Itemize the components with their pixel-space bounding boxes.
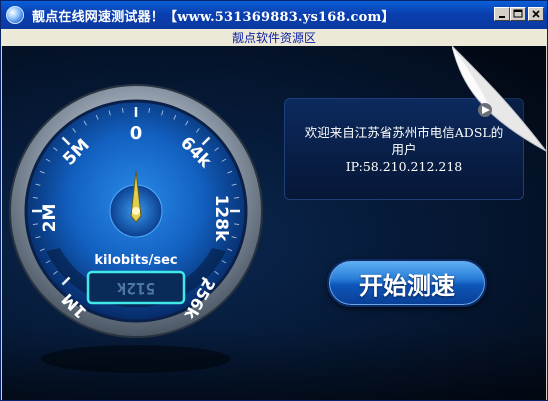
speed-readout: 512k <box>116 279 155 298</box>
needle-pin <box>132 207 140 215</box>
speed-test-panel: 1M 2M 5M 0 64k 128k 256k kilobits/sec 51… <box>2 46 546 400</box>
gauge-tick <box>234 223 240 226</box>
page-curl-corner[interactable] <box>452 46 546 156</box>
minimize-button[interactable] <box>494 7 510 21</box>
minimize-icon <box>499 16 505 18</box>
title-bar[interactable]: 靓点在线网速测试器！【www.531369883.ys168.com】 <box>1 1 547 29</box>
play-icon <box>478 103 492 117</box>
welcome-text-cont: 用户 <box>391 141 417 157</box>
gauge-tick <box>234 196 240 199</box>
tick-label-0: 0 <box>130 123 143 144</box>
speed-gauge: 1M 2M 5M 0 64k 128k 256k kilobits/sec 51… <box>9 84 263 373</box>
app-icon[interactable] <box>6 6 24 24</box>
close-icon <box>532 10 540 18</box>
gauge-shadow <box>41 345 231 373</box>
tick-label-128k: 128k <box>211 195 231 242</box>
gauge-tick <box>121 107 124 113</box>
start-test-button[interactable]: 开始测速 <box>327 259 487 307</box>
maximize-icon <box>513 9 523 18</box>
window-title: 靓点在线网速测试器！【www.531369883.ys168.com】 <box>32 9 395 25</box>
maximize-button[interactable] <box>510 7 526 21</box>
tick-label-2M: 2M <box>40 204 60 233</box>
gauge-tick <box>32 223 38 226</box>
menu-bar: 靓点软件资源区 <box>1 29 547 46</box>
resource-link[interactable]: 靓点软件资源区 <box>232 29 316 46</box>
gauge-tick <box>32 196 38 199</box>
unit-label: kilobits/sec <box>94 253 177 268</box>
ip-address: IP:58.210.212.218 <box>345 158 463 174</box>
gauge-tick <box>148 107 151 113</box>
app-window: 靓点在线网速测试器！【www.531369883.ys168.com】 靓点软件… <box>0 0 548 401</box>
close-button[interactable] <box>528 7 544 21</box>
